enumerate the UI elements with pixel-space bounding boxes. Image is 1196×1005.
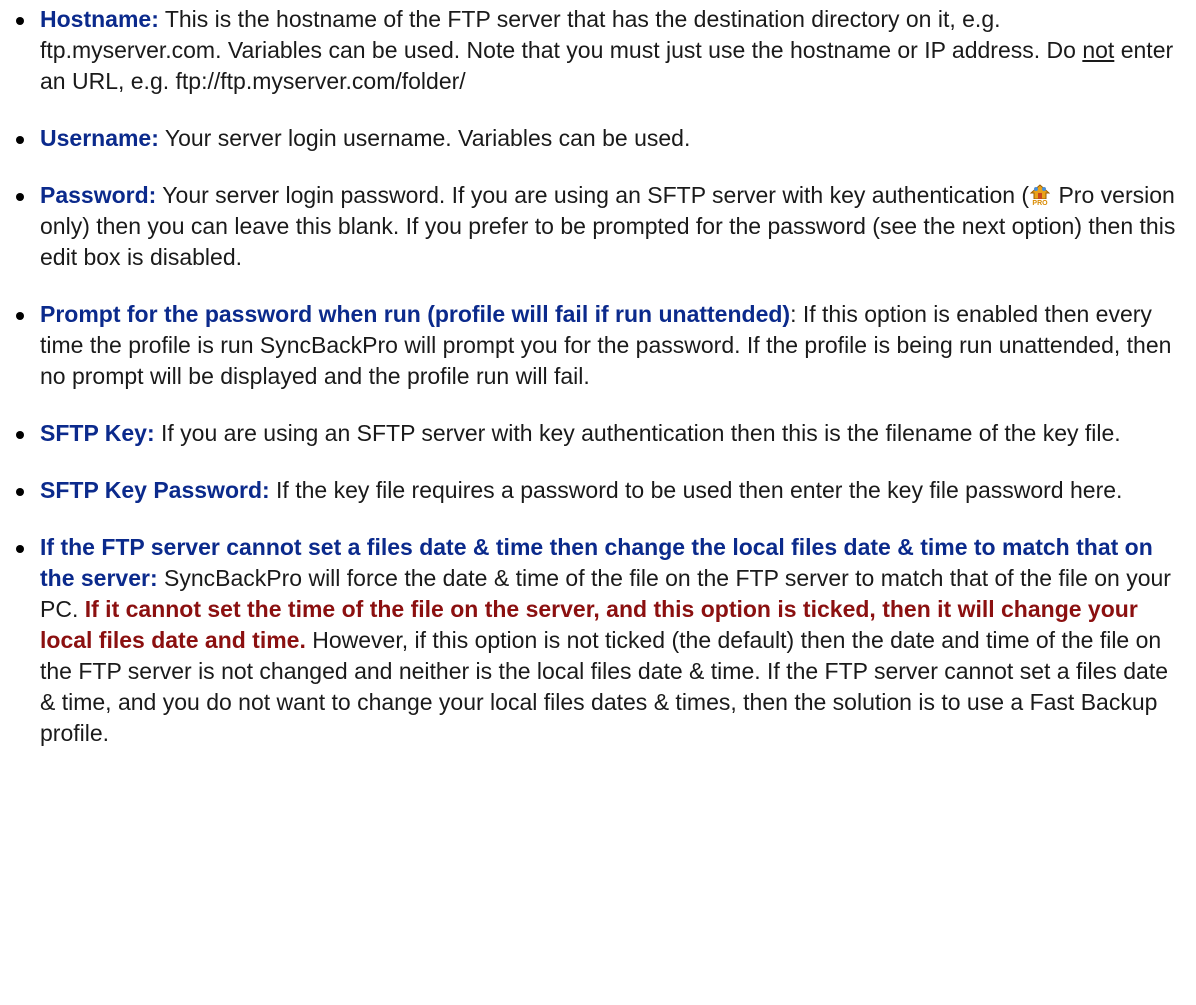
desc-sftp-key: If you are using an SFTP server with key… xyxy=(154,420,1121,446)
term-sftp-key: SFTP Key: xyxy=(40,420,155,446)
term-hostname: Hostname: xyxy=(40,6,159,32)
emphasis-not: not xyxy=(1082,37,1115,63)
term-sftp-key-password: SFTP Key Password: xyxy=(40,477,270,503)
term-password: Password: xyxy=(40,182,157,208)
pro-version-icon: PRO xyxy=(1030,184,1051,206)
list-item-password: Password: Your server login password. If… xyxy=(0,180,1186,273)
term-prompt-password: Prompt for the password when run (profil… xyxy=(40,301,791,327)
list-item-sftp-key-password: SFTP Key Password: If the key file requi… xyxy=(0,475,1186,506)
desc-sftp-key-password: If the key file requires a password to b… xyxy=(269,477,1123,503)
term-username: Username: xyxy=(40,125,159,151)
settings-list: Hostname: This is the hostname of the FT… xyxy=(0,4,1186,749)
desc-username: Your server login username. Variables ca… xyxy=(158,125,691,151)
list-item-prompt-password: Prompt for the password when run (profil… xyxy=(0,299,1186,392)
help-document: Hostname: This is the hostname of the FT… xyxy=(0,0,1196,749)
list-item-hostname: Hostname: This is the hostname of the FT… xyxy=(0,4,1186,97)
list-item-ftp-date-time: If the FTP server cannot set a files dat… xyxy=(0,532,1186,749)
svg-text:PRO: PRO xyxy=(1032,200,1048,206)
desc-hostname-a: This is the hostname of the FTP server t… xyxy=(40,6,1083,63)
list-item-sftp-key: SFTP Key: If you are using an SFTP serve… xyxy=(0,418,1186,449)
desc-password-a: Your server login password. If you are u… xyxy=(156,182,1030,208)
list-item-username: Username: Your server login username. Va… xyxy=(0,123,1186,154)
